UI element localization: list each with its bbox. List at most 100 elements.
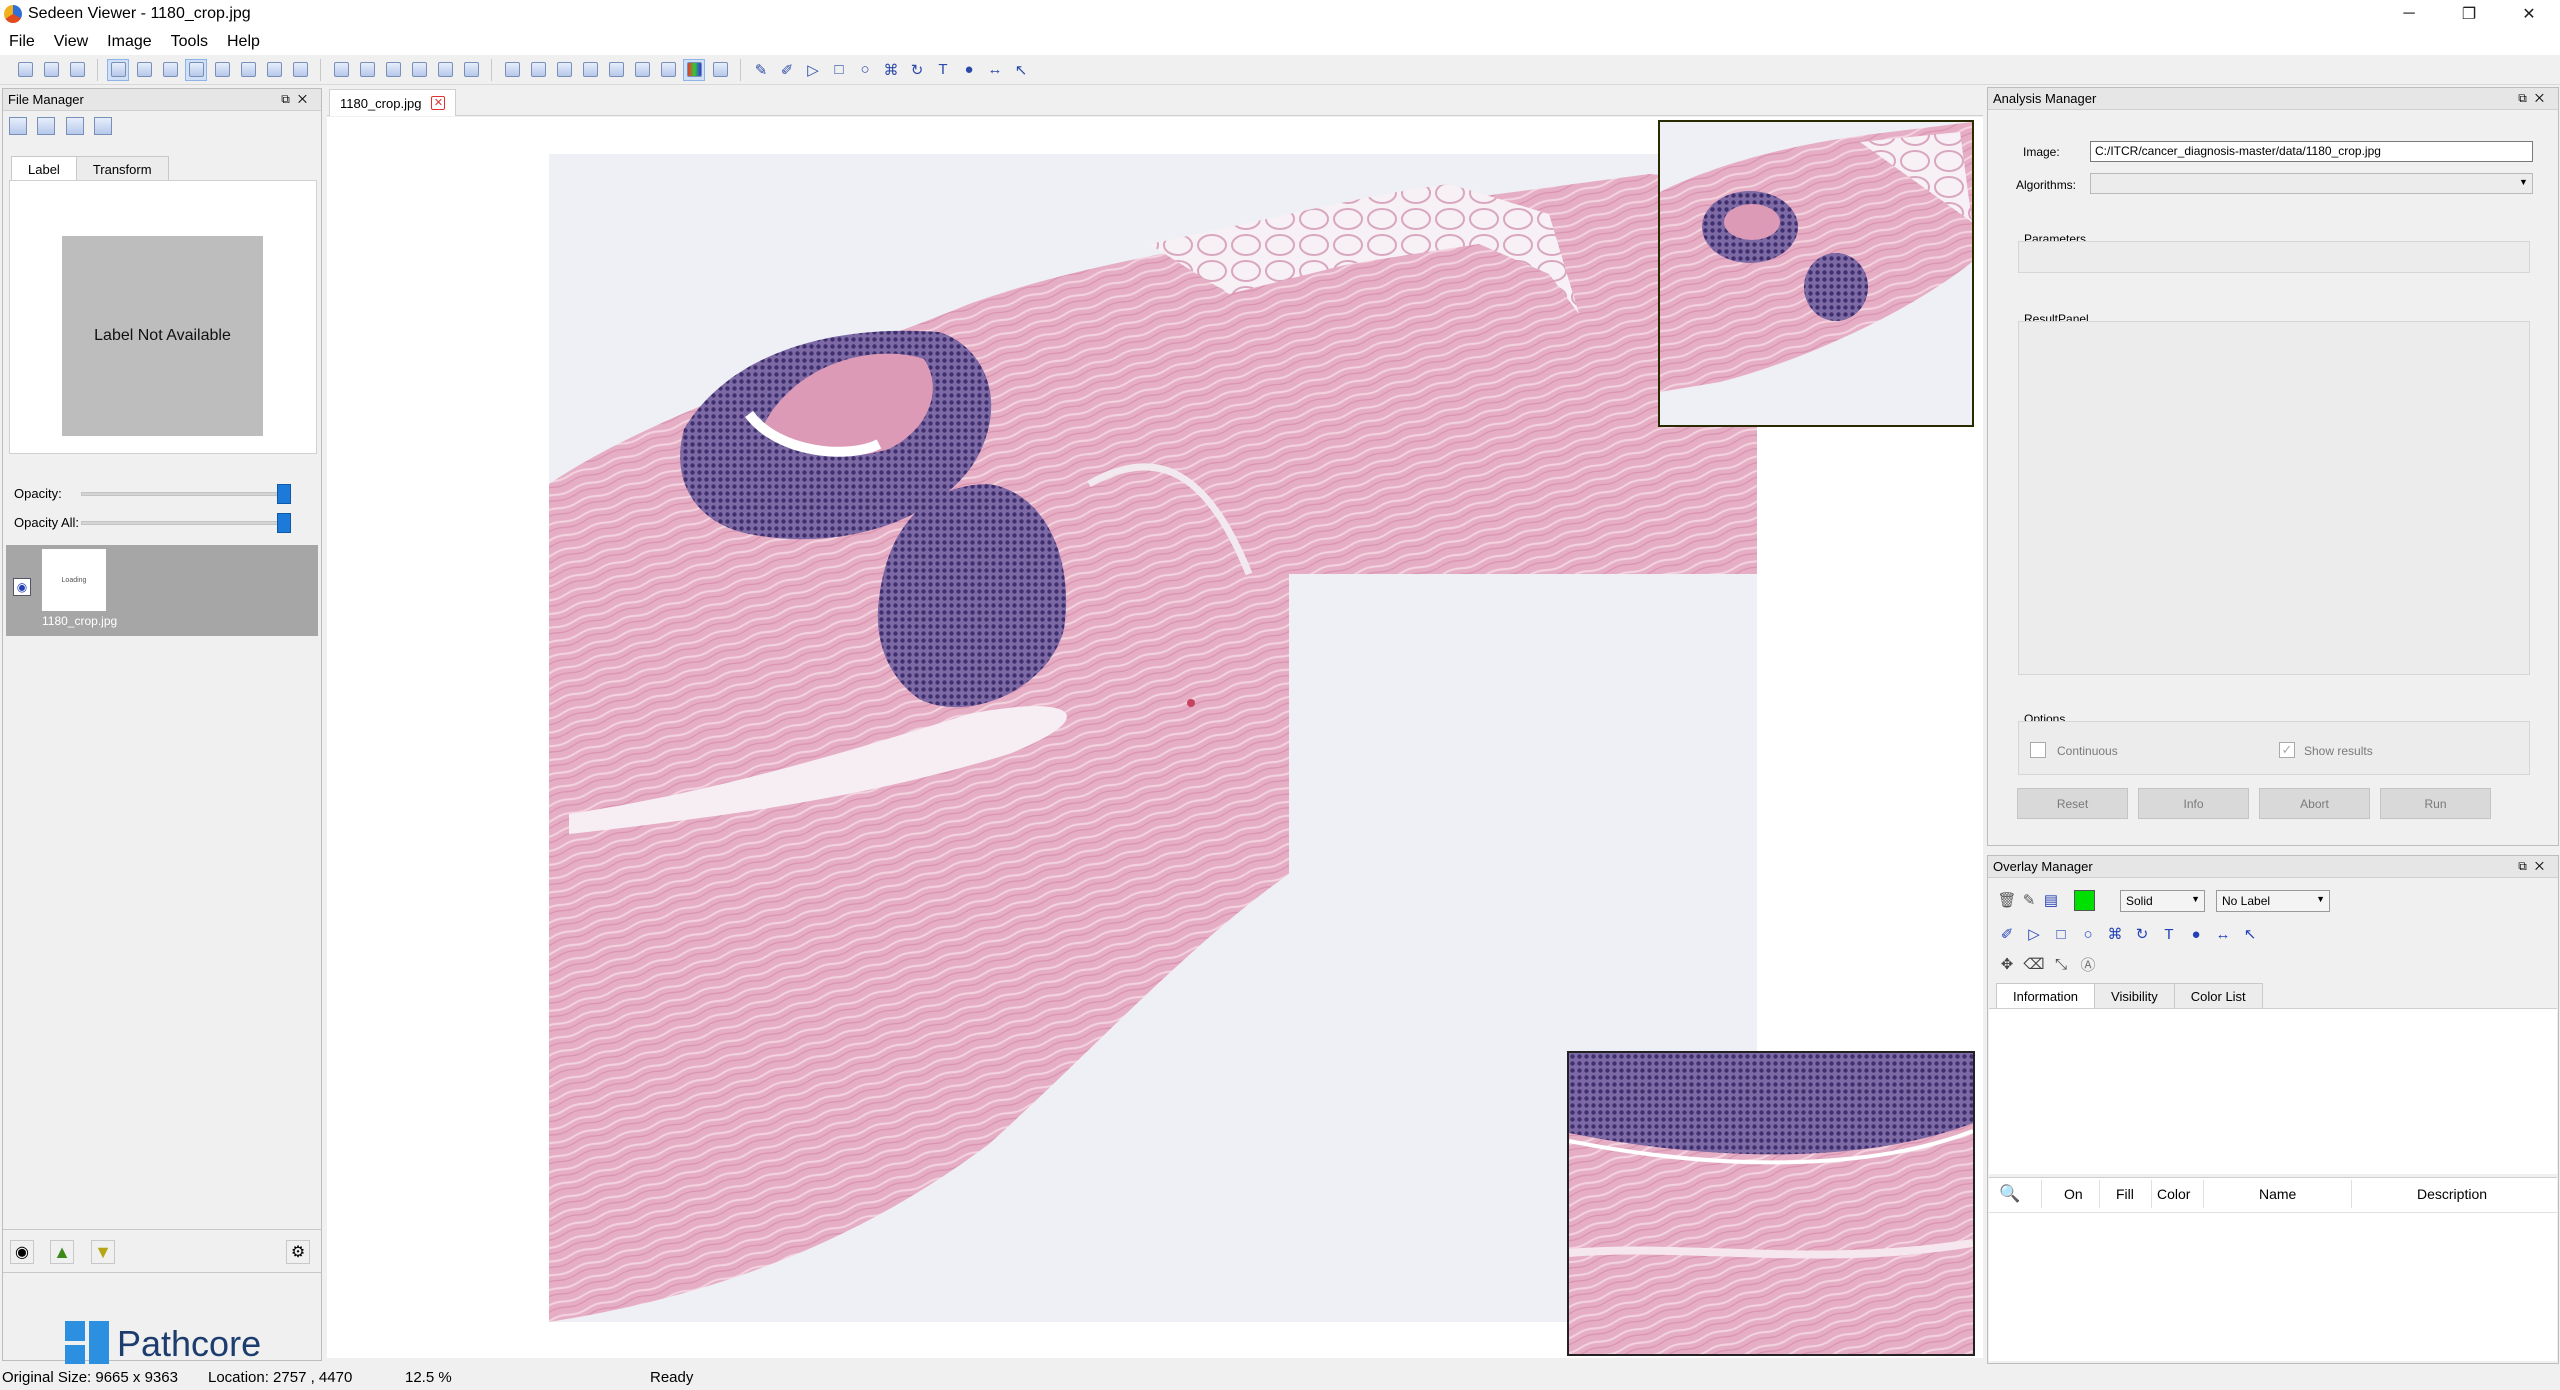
panel-float-close-icons[interactable]: ⧉✕ [281,92,315,107]
move-down-icon[interactable]: ▼ [91,1240,115,1264]
minimize-button[interactable]: ─ [2380,0,2438,28]
column-fill[interactable]: Fill [2116,1186,2134,1202]
zoom-actual-icon[interactable] [434,59,456,81]
resize-icon[interactable]: ⤡ [2050,953,2072,975]
column-description[interactable]: Description [2417,1186,2487,1202]
open-file-icon[interactable] [14,59,36,81]
reset-button[interactable]: Reset [2017,788,2128,819]
line-style-select[interactable]: Solid ▼ [2120,890,2205,912]
text-tool-icon[interactable]: T [2158,923,2180,945]
panel-float-close-icons[interactable]: ⧉✕ [2518,859,2552,874]
delete-overlay-icon[interactable]: 🗑 [1996,889,2018,911]
tile-vertical-icon[interactable] [263,59,285,81]
print-icon[interactable] [66,59,88,81]
color-map-icon[interactable] [683,58,705,81]
close-window-button[interactable]: ✕ [2500,0,2558,28]
overlay-visibility-icon[interactable]: ✎ [2018,889,2040,911]
text-tool-icon[interactable]: T [932,59,954,81]
zoom-out-icon[interactable] [382,59,404,81]
polygon-tool-icon[interactable]: ▷ [2023,923,2045,945]
ellipse-tool-icon[interactable]: ○ [854,59,876,81]
close-tab-icon[interactable]: ✕ [431,96,446,110]
opacity-slider-thumb[interactable] [277,484,291,504]
color-picker-icon[interactable] [631,59,653,81]
menu-view[interactable]: View [45,33,98,51]
freehand-tool-icon[interactable]: ↻ [906,59,928,81]
abort-button[interactable]: Abort [2259,788,2370,819]
tab-color-list[interactable]: Color List [2173,983,2263,1009]
point-tool-icon[interactable]: ● [2185,923,2207,945]
measure-tool-icon[interactable]: ↔ [2212,923,2234,945]
continuous-checkbox[interactable] [2030,742,2046,758]
rectangle-tool-icon[interactable]: □ [2050,923,2072,945]
new-file-icon[interactable] [9,117,27,135]
single-view-icon[interactable] [107,58,129,81]
column-on[interactable]: On [2064,1186,2083,1202]
visibility-eye-icon[interactable]: ◉ [13,578,31,596]
move-icon[interactable]: ✥ [1996,953,2018,975]
algorithms-dropdown-icon[interactable]: ▼ [2519,177,2528,187]
column-color[interactable]: Color [2157,1186,2190,1202]
arrow-tool-icon[interactable]: ↖ [2239,923,2261,945]
show-all-eye-icon[interactable]: ◉ [10,1240,34,1264]
home-icon[interactable] [460,59,482,81]
cross-tool-icon[interactable]: ⌘ [880,59,902,81]
split-view-icon[interactable] [211,59,233,81]
open-folder-icon[interactable] [40,59,62,81]
ellipse-tool-icon[interactable]: ○ [2077,923,2099,945]
info-button[interactable]: Info [2138,788,2249,819]
zoom-fit-icon[interactable] [408,59,430,81]
menu-help[interactable]: Help [218,33,270,51]
algorithms-select[interactable] [2090,173,2533,194]
overview-icon[interactable] [133,59,155,81]
opacity-all-slider-thumb[interactable] [277,513,291,533]
tab-information[interactable]: Information [1996,983,2096,1009]
run-button[interactable]: Run [2380,788,2491,819]
show-results-checkbox[interactable]: ✓ [2279,742,2295,758]
menu-image[interactable]: Image [98,33,161,51]
text-box-icon[interactable]: Ⓐ [2077,953,2099,975]
polygon-tool-icon[interactable]: ▷ [802,59,824,81]
undo-icon[interactable] [501,59,523,81]
freehand-tool-icon[interactable]: ↻ [2131,923,2153,945]
measure-tool-icon[interactable]: ↔ [984,59,1006,81]
annotation-select-icon[interactable]: ✎ [750,59,772,81]
settings-icon[interactable]: ⚙ [286,1240,310,1264]
tile-grid-icon[interactable] [289,59,311,81]
cross-tool-icon[interactable]: ⌘ [2104,923,2126,945]
move-up-icon[interactable]: ▲ [50,1240,74,1264]
overlay-label-select[interactable]: No Label ▼ [2216,890,2330,912]
close-image-icon[interactable] [65,117,84,135]
tab-visibility[interactable]: Visibility [2094,983,2175,1009]
redo-icon[interactable] [527,59,549,81]
ruler-icon[interactable] [709,59,731,81]
arrow-tool-icon[interactable]: ↖ [1010,59,1032,81]
image-list-item[interactable]: ◉ Loading 1180_crop.jpg [6,545,318,636]
tile-horizontal-icon[interactable] [237,59,259,81]
magnifier-toggle-icon[interactable] [185,58,207,81]
column-name[interactable]: Name [2259,1186,2296,1202]
opacity-slider-track[interactable] [81,492,291,496]
panel-float-close-icons[interactable]: ⧉✕ [2518,91,2552,106]
menu-file[interactable]: File [0,33,45,51]
pen-tool-icon[interactable]: ✐ [1996,923,2018,945]
magnifier-window[interactable] [1567,1051,1975,1356]
tab-transform[interactable]: Transform [75,156,169,182]
rectangle-tool-icon[interactable]: □ [828,59,850,81]
zoom-in-icon[interactable] [356,59,378,81]
image-properties-icon[interactable] [94,117,113,135]
pan-icon[interactable] [330,59,352,81]
opacity-all-slider-track[interactable] [81,521,291,525]
eraser-icon[interactable]: ⌫ [2023,953,2045,975]
maximize-button[interactable]: ❐ [2440,0,2498,28]
menu-tools[interactable]: Tools [162,33,218,51]
navigation-icon[interactable] [159,59,181,81]
open-image-icon[interactable] [37,117,56,135]
pen-tool-icon[interactable]: ✐ [776,59,798,81]
image-adjust-icon[interactable] [657,59,679,81]
search-icon[interactable]: 🔍 [1999,1184,2020,1204]
snapshot-icon[interactable] [553,59,575,81]
tab-label[interactable]: Label [11,156,77,182]
point-tool-icon[interactable]: ● [958,59,980,81]
histogram-icon[interactable] [605,59,627,81]
